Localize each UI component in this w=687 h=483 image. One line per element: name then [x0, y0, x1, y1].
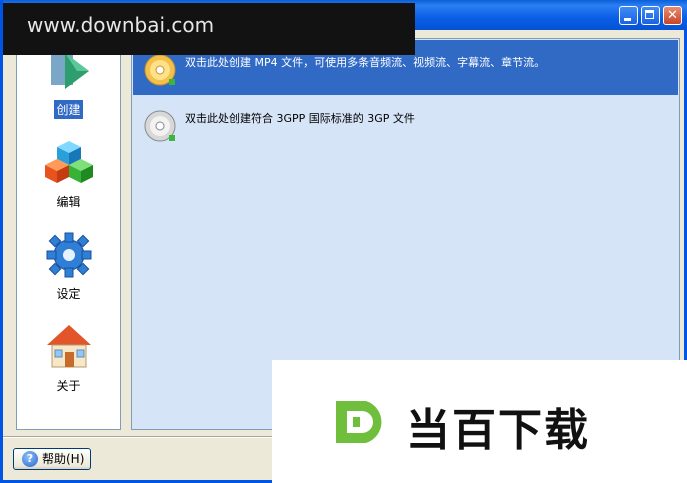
silver-disc-icon — [144, 110, 176, 142]
list-item-create-3gp[interactable]: 双击此处创建符合 3GPP 国际标准的 3GP 文件 — [133, 96, 678, 151]
gear-settings-icon — [46, 232, 91, 278]
close-icon: ✕ — [667, 8, 678, 23]
maximize-button[interactable] — [641, 6, 660, 25]
sidebar-item-about[interactable]: 关于 — [17, 321, 120, 395]
sidebar-item-label: 创建 — [54, 100, 83, 119]
watermark-brand: 当百下载 — [272, 360, 687, 483]
close-button[interactable]: ✕ — [663, 6, 682, 25]
cubes-edit-icon — [44, 141, 93, 183]
watermark-brand-text: 当百下载 — [406, 405, 590, 456]
sidebar-item-create[interactable]: 创建 — [17, 45, 120, 119]
sidebar: 创建 编辑 设定 关于 — [16, 38, 121, 430]
watermark-site-text: www.downbai.com — [27, 13, 215, 37]
sidebar-item-label: 编辑 — [56, 195, 81, 209]
gold-disc-icon — [144, 54, 176, 86]
sidebar-item-settings[interactable]: 设定 — [17, 229, 120, 303]
help-button[interactable]: ? 帮助(H) — [13, 448, 91, 470]
list-item-text: 双击此处创建 MP4 文件，可使用多条音频流、视频流、字幕流、章节流。 — [185, 56, 546, 69]
minimize-icon — [624, 18, 631, 21]
house-about-icon — [46, 325, 91, 368]
sidebar-item-edit[interactable]: 编辑 — [17, 137, 120, 211]
help-icon: ? — [22, 451, 38, 467]
sidebar-item-label: 设定 — [56, 287, 81, 301]
maximize-icon — [645, 10, 654, 19]
watermark-site: www.downbai.com — [3, 3, 415, 55]
minimize-button[interactable] — [619, 6, 638, 25]
help-button-label: 帮助(H) — [42, 452, 85, 466]
downbai-logo-icon — [336, 401, 382, 443]
sidebar-item-label: 关于 — [56, 379, 81, 393]
list-item-text: 双击此处创建符合 3GPP 国际标准的 3GP 文件 — [185, 112, 415, 125]
